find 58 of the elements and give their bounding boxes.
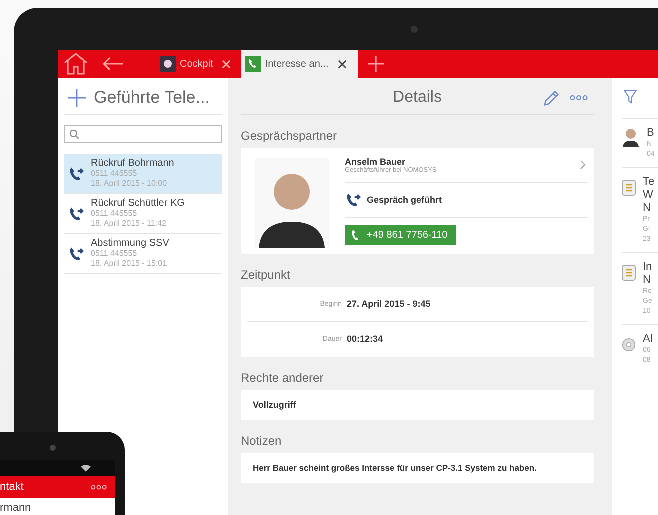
call-phone: 0511 445555 xyxy=(91,169,138,179)
add-icon[interactable] xyxy=(68,89,86,107)
call-title: Abstimmung SSV xyxy=(91,238,170,249)
field-value: 00:12:34 xyxy=(347,334,384,344)
disc-icon xyxy=(622,337,636,353)
call-phone: 0511 445555 xyxy=(91,249,138,259)
activity-title: B xyxy=(647,127,655,140)
back-arrow-icon[interactable] xyxy=(101,56,125,72)
activity-title: N xyxy=(643,202,652,215)
section-heading: Zeitpunkt xyxy=(241,268,292,282)
call-date: 18. April 2015 - 15:01 xyxy=(91,259,168,269)
camera-icon xyxy=(411,26,418,33)
call-list-item[interactable]: Rückruf Bohrmann 0511 445555 18. April 2015 - 10:00 xyxy=(64,154,222,194)
section-heading: Notizen xyxy=(241,434,283,448)
activity-title: N xyxy=(643,274,652,287)
wifi-icon xyxy=(81,464,91,472)
tab[interactable]: Interesse an... xyxy=(241,50,358,78)
contact-name: Anselm Bauer xyxy=(345,156,407,166)
list-title: Geführte Tele... xyxy=(94,88,210,108)
chevron-right-icon[interactable] xyxy=(580,160,586,170)
activity-title: Al xyxy=(643,333,653,346)
section-heading: Rechte anderer xyxy=(241,371,325,385)
phone-call-icon xyxy=(345,191,363,209)
call-list-item[interactable]: Abstimmung SSV 0511 445555 18. April 2015 - 15:01 xyxy=(64,234,222,274)
phone-icon xyxy=(351,229,359,241)
rights-value: Vollzugriff xyxy=(253,400,296,410)
pencil-icon[interactable] xyxy=(543,90,560,106)
more-icon[interactable] xyxy=(570,95,588,101)
close-icon[interactable] xyxy=(338,60,347,68)
activity-title: Te xyxy=(643,176,655,189)
call-date: 18. April 2015 - 11:42 xyxy=(91,219,168,229)
search-field[interactable] xyxy=(64,125,222,143)
home-icon[interactable] xyxy=(63,52,89,76)
dial-button[interactable]: +49 861 7756-110 xyxy=(345,225,456,245)
call-status: Gespräch geführt xyxy=(367,195,442,205)
document-icon xyxy=(622,265,636,281)
details-title: Details xyxy=(393,89,442,107)
add-tab-icon[interactable] xyxy=(368,56,384,72)
app-icon xyxy=(160,56,176,72)
list-item-title: rmann xyxy=(0,502,32,514)
phone-icon xyxy=(245,56,262,72)
more-icon[interactable] xyxy=(91,484,107,490)
activity-title: W xyxy=(643,189,654,202)
call-title: Rückruf Bohrmann xyxy=(91,158,174,169)
header-title: ntakt xyxy=(0,481,24,493)
activity-title: In xyxy=(643,261,652,274)
filter-icon[interactable] xyxy=(624,90,637,105)
section-heading: Gesprächspartner xyxy=(241,129,338,143)
call-list-item[interactable]: Rückruf Schüttler KG 0511 445555 18. April 2015 - 11:42 xyxy=(64,194,222,234)
document-icon xyxy=(622,180,636,196)
call-date: 18. April 2015 - 10:00 xyxy=(91,179,168,189)
search-icon xyxy=(69,128,80,140)
avatar-icon xyxy=(622,127,640,147)
call-phone: 0511 445555 xyxy=(91,209,138,219)
call-title: Rückruf Schüttler KG xyxy=(91,198,185,209)
notes-text: Herr Bauer scheint großes Intersse für unser CP-3.1 System zu haben. xyxy=(253,463,537,473)
field-value: 27. April 2015 - 9:45 xyxy=(347,299,431,309)
camera-icon xyxy=(50,445,56,451)
